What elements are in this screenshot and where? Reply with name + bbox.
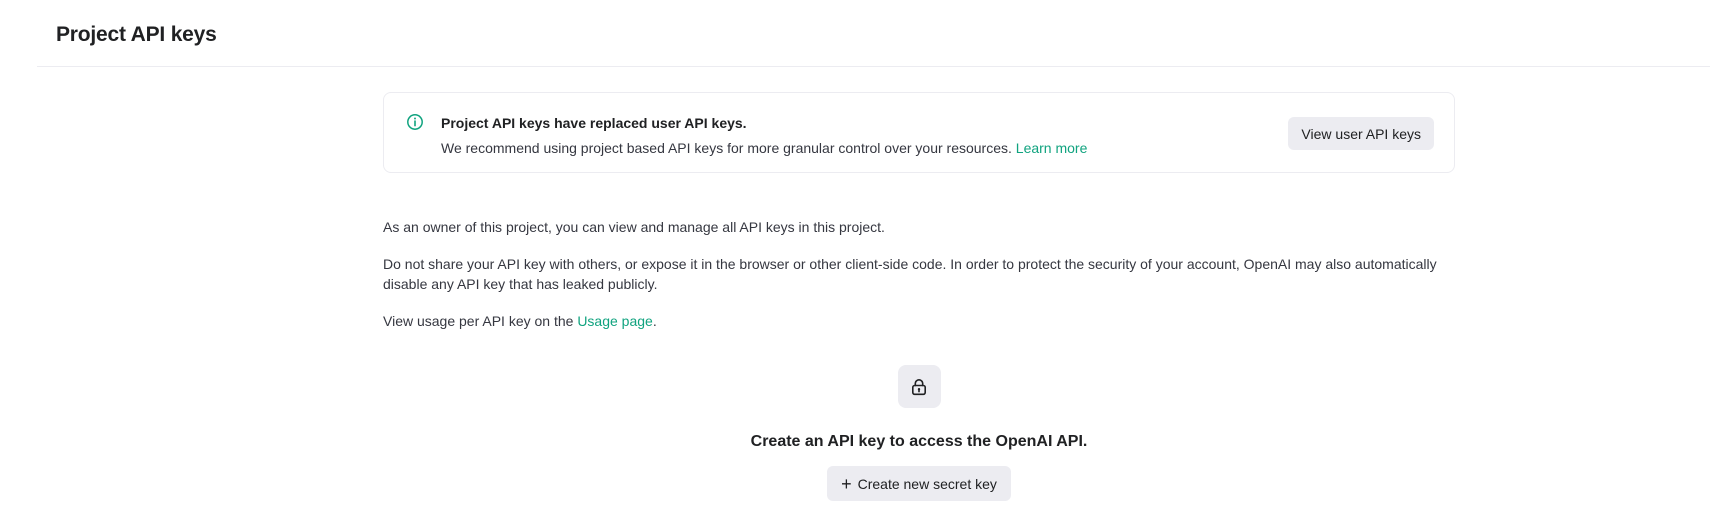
info-icon [406,113,424,131]
notice-title: Project API keys have replaced user API … [441,115,747,131]
create-new-secret-key-button[interactable]: + Create new secret key [827,466,1011,501]
security-warning-text: Do not share your API key with others, o… [383,256,1437,292]
usage-page-link[interactable]: Usage page [577,313,653,329]
notice-body: We recommend using project based API key… [441,140,1087,156]
usage-suffix: . [652,313,657,329]
create-button-label: Create new secret key [857,475,997,492]
notice-banner: Project API keys have replaced user API … [383,92,1455,173]
learn-more-link[interactable]: Learn more [1016,140,1088,156]
plus-icon: + [841,473,852,494]
owner-info-text: As an owner of this project, you can vie… [383,219,885,235]
usage-info-text: View usage per API key on the Usage page… [383,311,1455,331]
usage-prefix: View usage per API key on the [383,313,578,329]
empty-state: Create an API key to access the OpenAI A… [383,365,1455,501]
view-user-api-keys-button[interactable]: View user API keys [1288,117,1434,150]
empty-state-title: Create an API key to access the OpenAI A… [750,433,1088,450]
page: Project API keys Project API keys have r… [0,0,1710,532]
lock-icon [897,365,941,408]
main-content: Project API keys have replaced user API … [383,92,1455,501]
page-header: Project API keys [37,0,1710,67]
page-title: Project API keys [56,23,217,46]
notice-body-text: We recommend using project based API key… [441,140,1012,156]
